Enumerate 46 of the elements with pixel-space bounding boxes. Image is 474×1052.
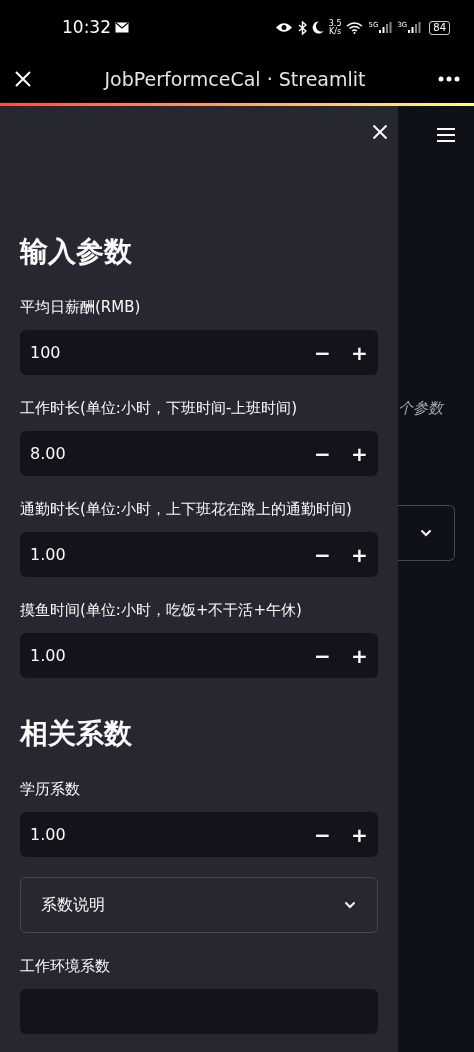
field-value: 1.00 xyxy=(30,543,67,566)
increment-button[interactable]: + xyxy=(341,812,378,857)
field-label: 平均日薪酬(RMB) xyxy=(20,297,142,318)
decrement-button[interactable]: − xyxy=(304,431,341,476)
increment-button[interactable]: + xyxy=(341,633,378,678)
speed-unit: K/s xyxy=(329,27,342,36)
increment-button[interactable]: + xyxy=(341,431,378,476)
page-title: JobPerformceCal · Streamlit xyxy=(104,66,366,92)
signal-icon xyxy=(379,22,393,33)
section-heading: 输入参数 xyxy=(20,234,133,270)
number-field[interactable]: 1.00 − + xyxy=(20,633,378,678)
field-value: 1.00 xyxy=(30,644,67,667)
field-label: 通勤时长(单位:小时，上下班花在路上的通勤时间) xyxy=(20,499,353,520)
field-value: 8.00 xyxy=(30,442,67,465)
speed-value: 3.5 xyxy=(328,19,342,28)
more-icon[interactable] xyxy=(438,76,460,82)
field-label: 摸鱼时间(单位:小时，吃饭+不干活+午休) xyxy=(20,600,303,621)
mail-icon xyxy=(115,22,129,33)
field-value: 1.00 xyxy=(30,823,67,846)
close-icon[interactable] xyxy=(372,124,388,140)
number-field[interactable]: 100 − + xyxy=(20,330,378,375)
menu-icon[interactable] xyxy=(436,128,456,142)
battery-indicator: 84 xyxy=(429,20,450,35)
expander[interactable]: 系数说明 xyxy=(20,877,378,933)
number-field[interactable]: 1.00 − + xyxy=(20,812,378,857)
wifi-icon xyxy=(346,21,364,34)
field-label: 工作环境系数 xyxy=(20,956,111,977)
bluetooth-icon xyxy=(297,20,307,35)
decrement-button[interactable]: − xyxy=(304,633,341,678)
eye-icon xyxy=(274,22,293,33)
field-label: 学历系数 xyxy=(20,779,81,800)
number-field[interactable]: 8.00 − + xyxy=(20,431,378,476)
field-label: 工作时长(单位:小时，下班时间-上班时间) xyxy=(20,398,299,419)
number-field[interactable]: 1.00 − + xyxy=(20,532,378,577)
section-heading: 相关系数 xyxy=(20,716,133,752)
signal-icon xyxy=(408,22,422,33)
moon-icon xyxy=(311,21,324,34)
caption-text: 个参数 xyxy=(398,398,445,419)
decrement-button[interactable]: − xyxy=(304,330,341,375)
increment-button[interactable]: + xyxy=(341,330,378,375)
field-value: 100 xyxy=(30,341,62,364)
close-icon[interactable] xyxy=(14,70,32,88)
status-time: 10:32 xyxy=(62,15,111,39)
increment-button[interactable]: + xyxy=(341,532,378,577)
decrement-button[interactable]: − xyxy=(304,812,341,857)
decrement-button[interactable]: − xyxy=(304,532,341,577)
